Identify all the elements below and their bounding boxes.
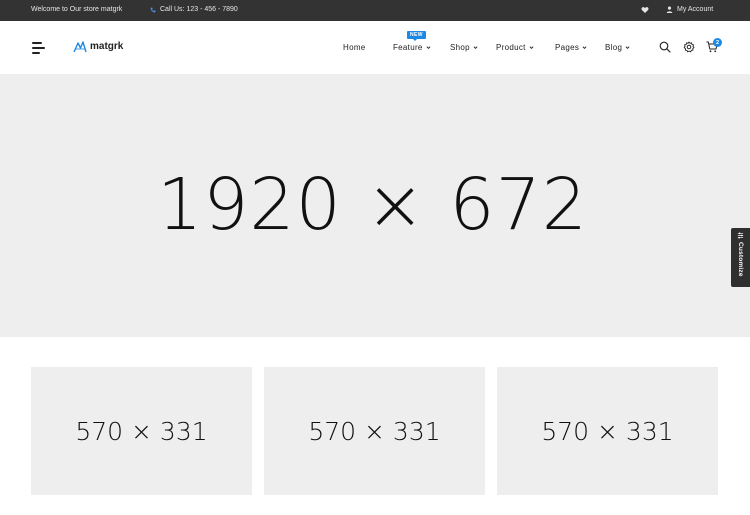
chevron-down-icon <box>625 46 630 49</box>
logo-mark-icon <box>73 41 87 53</box>
nav-shop[interactable]: Shop <box>450 43 478 52</box>
chevron-down-icon <box>426 46 431 49</box>
banner-placeholder-text: 570 × 331 <box>75 416 208 446</box>
chevron-down-icon <box>582 46 587 49</box>
nav-blog[interactable]: Blog <box>605 43 630 52</box>
user-icon <box>666 6 673 13</box>
new-badge: NEW <box>407 31 426 41</box>
customize-label: Customize <box>737 242 744 277</box>
nav-home-label: Home <box>343 43 366 52</box>
heart-icon[interactable] <box>641 6 649 14</box>
gear-icon[interactable] <box>683 41 695 53</box>
nav-home[interactable]: Home <box>343 43 366 52</box>
nav-pages[interactable]: Pages <box>555 43 587 52</box>
phone-contact[interactable]: Call Us: 123 - 456 - 7890 <box>150 6 238 13</box>
my-account-link[interactable]: My Account <box>666 6 713 13</box>
customize-tab[interactable]: Customize <box>731 228 750 287</box>
hero-banner[interactable]: 1920 × 672 <box>0 75 750 337</box>
nav-shop-label: Shop <box>450 43 470 52</box>
nav-feature-label: Feature <box>393 43 423 52</box>
phone-icon <box>150 7 156 12</box>
cart-count-badge: 2 <box>713 38 722 47</box>
nav-blog-label: Blog <box>605 43 623 52</box>
search-icon[interactable] <box>659 41 671 53</box>
welcome-text: Welcome to Our store matgrk <box>31 6 123 13</box>
chevron-down-icon <box>473 46 478 49</box>
my-account-label: My Account <box>677 6 714 13</box>
logo-text: matgrk <box>90 41 124 52</box>
nav-pages-label: Pages <box>555 43 580 52</box>
nav-feature[interactable]: NEW Feature <box>393 31 431 52</box>
nav-product[interactable]: Product <box>496 43 534 52</box>
phone-text: Call Us: 123 - 456 - 7890 <box>160 6 238 13</box>
top-bar: Welcome to Our store matgrk Call Us: 123… <box>0 0 750 21</box>
banner-placeholder-text: 570 × 331 <box>308 416 441 446</box>
promo-banner-1[interactable]: 570 × 331 <box>31 367 252 495</box>
chevron-down-icon <box>529 46 534 49</box>
menu-icon[interactable] <box>32 42 45 54</box>
site-logo[interactable]: matgrk <box>73 40 123 53</box>
site-header: matgrk Home NEW Feature Shop Product Pag… <box>0 21 750 75</box>
promo-banner-2[interactable]: 570 × 331 <box>264 367 485 495</box>
sliders-icon <box>737 232 744 239</box>
banner-placeholder-text: 570 × 331 <box>541 416 674 446</box>
hero-placeholder-text: 1920 × 672 <box>157 162 588 246</box>
promo-banner-3[interactable]: 570 × 331 <box>497 367 718 495</box>
nav-product-label: Product <box>496 43 526 52</box>
